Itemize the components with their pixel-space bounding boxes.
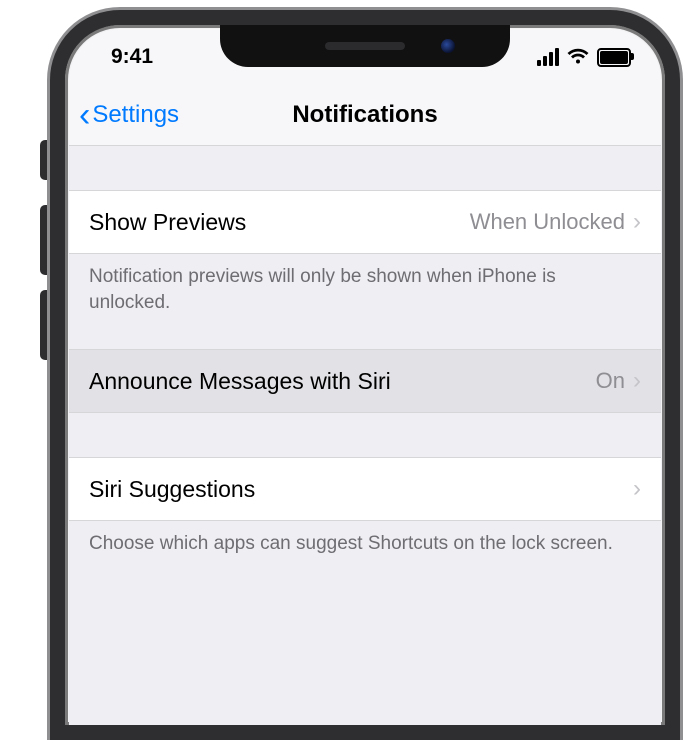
cell-label: Siri Suggestions xyxy=(89,476,633,503)
cell-value: When Unlocked xyxy=(470,209,625,235)
siri-suggestions-footer: Choose which apps can suggest Shortcuts … xyxy=(69,521,661,557)
siri-suggestions-cell[interactable]: Siri Suggestions › xyxy=(69,457,661,521)
nav-bar: ‹ Settings Notifications xyxy=(69,85,661,146)
status-time: 9:41 xyxy=(111,45,153,69)
battery-icon xyxy=(597,48,631,67)
phone-frame: 9:41 ‹ xyxy=(30,10,670,660)
group-spacer xyxy=(69,315,661,349)
cellular-icon xyxy=(537,48,559,66)
group-spacer xyxy=(69,413,661,457)
cell-value: On xyxy=(596,368,625,394)
back-button-label: Settings xyxy=(92,101,179,129)
wifi-icon xyxy=(567,48,589,66)
notch xyxy=(220,25,510,67)
back-button[interactable]: ‹ Settings xyxy=(69,98,179,132)
front-camera xyxy=(441,39,455,53)
show-previews-footer: Notification previews will only be shown… xyxy=(69,254,661,315)
chevron-right-icon: › xyxy=(633,367,641,395)
chevron-right-icon: › xyxy=(633,208,641,236)
cell-label: Show Previews xyxy=(89,209,470,236)
chevron-left-icon: ‹ xyxy=(79,98,90,132)
screen: 9:41 ‹ xyxy=(69,29,661,725)
status-indicators xyxy=(537,48,631,67)
phone-body: 9:41 ‹ xyxy=(50,10,680,740)
group-spacer xyxy=(69,146,661,190)
chevron-right-icon: › xyxy=(633,475,641,503)
cell-label: Announce Messages with Siri xyxy=(89,368,596,395)
speaker-grille xyxy=(325,42,405,50)
show-previews-cell[interactable]: Show Previews When Unlocked › xyxy=(69,190,661,254)
announce-messages-cell[interactable]: Announce Messages with Siri On › xyxy=(69,349,661,413)
